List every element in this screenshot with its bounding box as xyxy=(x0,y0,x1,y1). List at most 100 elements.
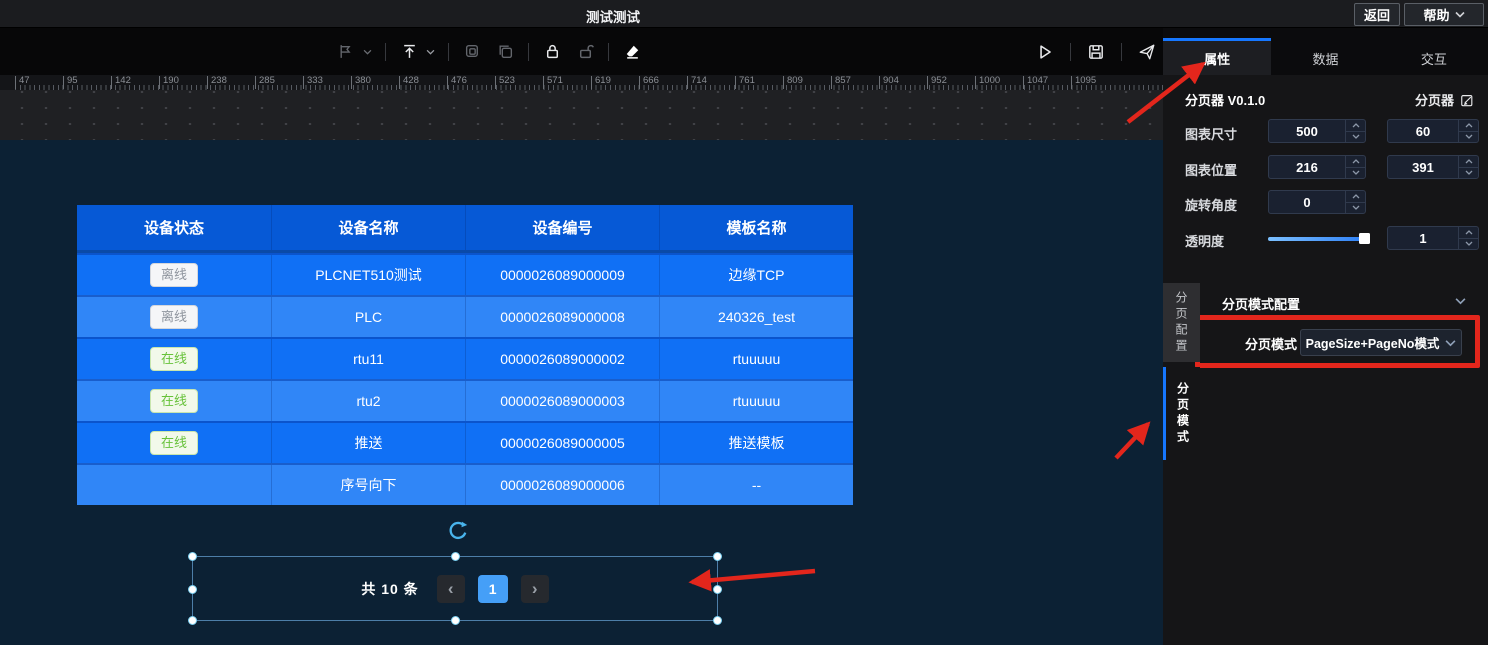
size-height-input[interactable]: 60 xyxy=(1387,119,1479,143)
lock-icon[interactable] xyxy=(542,42,562,62)
selection-handle-e[interactable] xyxy=(713,585,722,594)
device-name-cell: PLCNET510测试 xyxy=(271,255,465,295)
position-x-input[interactable]: 216 xyxy=(1268,155,1366,179)
status-cell: 离线 xyxy=(77,297,271,337)
stepper xyxy=(1345,156,1365,178)
help-button[interactable]: 帮助 xyxy=(1404,3,1484,26)
column-header: 设备编号 xyxy=(465,205,659,250)
template-name-cell: 240326_test xyxy=(659,297,853,337)
opacity-slider-thumb[interactable] xyxy=(1359,233,1370,244)
edit-icon xyxy=(1460,93,1474,107)
table-row: 离线 PLC 0000026089000008 240326_test xyxy=(77,295,853,337)
stepper xyxy=(1345,191,1365,213)
stepper xyxy=(1345,120,1365,142)
pagination-prev-button[interactable]: ‹ xyxy=(437,575,465,603)
status-cell: 离线 xyxy=(77,255,271,295)
chevron-down-icon[interactable] xyxy=(363,49,372,55)
toolbar-left-group xyxy=(336,28,642,75)
status-cell xyxy=(77,465,271,505)
toolbar-divider xyxy=(385,43,386,61)
device-table-component[interactable]: 设备状态 设备名称 设备编号 模板名称 离线 PLCNET510测试 00000… xyxy=(77,205,853,505)
side-tab-pagination-config[interactable]: 分页配置 xyxy=(1163,283,1200,362)
device-name-cell: 推送 xyxy=(271,423,465,463)
template-name-cell: -- xyxy=(659,465,853,505)
flag-icon[interactable] xyxy=(336,42,356,62)
toolbar xyxy=(0,28,1163,75)
column-header: 设备名称 xyxy=(271,205,465,250)
send-icon[interactable] xyxy=(1137,42,1157,62)
design-canvas[interactable]: 设备状态 设备名称 设备编号 模板名称 离线 PLCNET510测试 00000… xyxy=(0,140,1163,645)
back-button[interactable]: 返回 xyxy=(1354,3,1400,26)
stepper xyxy=(1458,156,1478,178)
chevron-down-icon[interactable] xyxy=(426,49,435,55)
selection-handle-ne[interactable] xyxy=(713,552,722,561)
top-header: 测试测试 返回 帮助 xyxy=(0,0,1488,28)
selection-handle-n[interactable] xyxy=(451,552,460,561)
opacity-slider[interactable] xyxy=(1268,237,1368,241)
stepper-down-icon[interactable] xyxy=(1346,168,1365,179)
column-header: 模板名称 xyxy=(659,205,853,250)
stepper-down-icon[interactable] xyxy=(1459,168,1478,179)
stepper-down-icon[interactable] xyxy=(1459,132,1478,143)
table-row: 在线 rtu11 0000026089000002 rtuuuuu xyxy=(77,337,853,379)
component-edit-link[interactable]: 分页器 xyxy=(1415,90,1474,109)
table-row: 在线 rtu2 0000026089000003 rtuuuuu xyxy=(77,379,853,421)
stepper-up-icon[interactable] xyxy=(1459,120,1478,132)
device-code-cell: 0000026089000008 xyxy=(465,297,659,337)
pagination-component-selection[interactable]: 共 10 条 ‹ 1 › xyxy=(192,556,718,621)
status-badge: 在线 xyxy=(150,389,198,413)
stepper-down-icon[interactable] xyxy=(1459,239,1478,250)
play-icon[interactable] xyxy=(1035,42,1055,62)
component-title: 分页器 V0.1.0 xyxy=(1185,90,1265,109)
group-icon[interactable] xyxy=(462,42,482,62)
stepper xyxy=(1458,120,1478,142)
pagination-total: 共 10 条 xyxy=(361,579,418,599)
opacity-input[interactable]: 1 xyxy=(1387,226,1479,250)
selection-handle-nw[interactable] xyxy=(188,552,197,561)
tab-properties[interactable]: 属性 xyxy=(1163,38,1271,75)
device-code-cell: 0000026089000006 xyxy=(465,465,659,505)
stepper-up-icon[interactable] xyxy=(1459,227,1478,239)
component-title-row: 分页器 V0.1.0 分页器 xyxy=(1163,86,1488,112)
status-badge: 离线 xyxy=(150,305,198,329)
stepper-up-icon[interactable] xyxy=(1346,120,1365,132)
status-cell: 在线 xyxy=(77,423,271,463)
section-title: 分页模式配置 xyxy=(1222,294,1300,313)
ruler: 4795142190238285333380428476523571619666… xyxy=(0,75,1163,90)
save-icon[interactable] xyxy=(1086,42,1106,62)
selection-handle-se[interactable] xyxy=(713,616,722,625)
stepper-up-icon[interactable] xyxy=(1459,156,1478,168)
page-title: 测试测试 xyxy=(586,6,640,26)
side-tab-pagination-mode[interactable]: 分页模式 xyxy=(1163,367,1200,460)
rotation-input[interactable]: 0 xyxy=(1268,190,1366,214)
pagination-page-button[interactable]: 1 xyxy=(478,575,508,603)
stepper-down-icon[interactable] xyxy=(1346,203,1365,214)
toolbar-divider xyxy=(528,43,529,61)
stepper-up-icon[interactable] xyxy=(1346,191,1365,203)
tab-interaction[interactable]: 交互 xyxy=(1380,38,1488,75)
toolbar-divider xyxy=(1070,43,1071,61)
copy-icon[interactable] xyxy=(495,42,515,62)
selection-handle-sw[interactable] xyxy=(188,616,197,625)
pagination-mode-select[interactable]: PageSize+PageNo模式 xyxy=(1300,329,1462,356)
size-width-input[interactable]: 500 xyxy=(1268,119,1366,143)
stepper-up-icon[interactable] xyxy=(1346,156,1365,168)
selection-handle-w[interactable] xyxy=(188,585,197,594)
eraser-icon[interactable] xyxy=(622,42,642,62)
status-cell: 在线 xyxy=(77,381,271,421)
status-cell: 在线 xyxy=(77,339,271,379)
selection-handle-s[interactable] xyxy=(451,616,460,625)
workspace-dot-grid xyxy=(0,90,1163,140)
stepper-down-icon[interactable] xyxy=(1346,132,1365,143)
tab-data[interactable]: 数据 xyxy=(1271,38,1379,75)
section-pagination-mode-config[interactable]: 分页模式配置 xyxy=(1200,290,1488,316)
pagination-next-button[interactable]: › xyxy=(521,575,549,603)
device-name-cell: 序号向下 xyxy=(271,465,465,505)
stepper xyxy=(1458,227,1478,249)
app-window: 测试测试 返回 帮助 xyxy=(0,0,1488,645)
pagination-component: 共 10 条 ‹ 1 › xyxy=(193,557,717,620)
arrow-to-top-icon[interactable] xyxy=(399,42,419,62)
position-y-input[interactable]: 391 xyxy=(1387,155,1479,179)
rotate-handle-icon[interactable] xyxy=(447,520,469,542)
unlock-icon[interactable] xyxy=(575,42,595,62)
